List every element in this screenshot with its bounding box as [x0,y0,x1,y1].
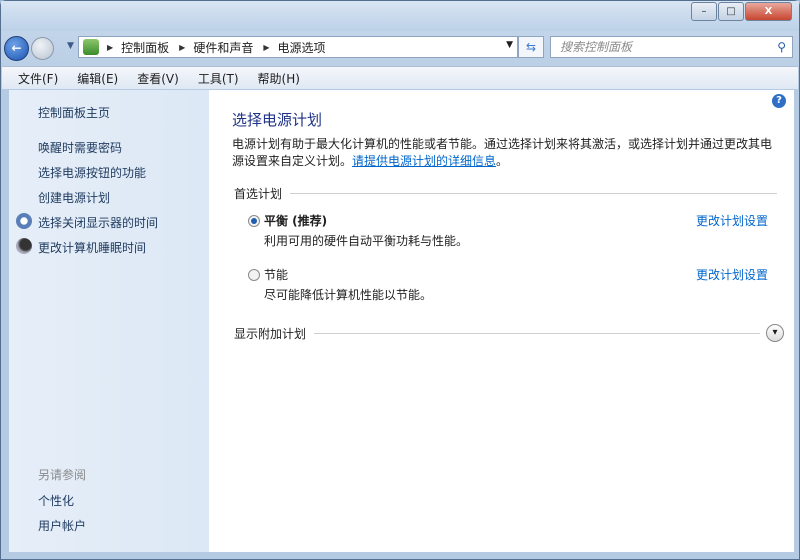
close-button[interactable]: X [745,2,792,21]
title-bar: – □ X [1,1,799,31]
display-clock-icon [16,213,32,229]
page-title: 选择电源计划 [232,111,323,129]
menu-edit[interactable]: 编辑(E) [77,70,118,87]
search-placeholder: 搜索控制面板 [560,40,633,54]
address-dropdown-icon[interactable]: ▼ [506,40,513,50]
moon-icon [16,238,32,254]
chevron-down-icon[interactable]: ▾ [766,324,784,342]
maximize-button[interactable]: □ [718,2,744,21]
plan-details-link[interactable]: 请提供电源计划的详细信息 [352,154,496,168]
sidebar-create-plan[interactable]: 创建电源计划 [38,189,110,206]
breadcrumb-control-panel[interactable]: 控制面板 [121,39,169,56]
minimize-button[interactable]: – [691,2,717,21]
search-icon[interactable]: ⚲ [777,37,786,57]
refresh-button[interactable]: ⇆ [518,36,544,58]
radio-balanced[interactable] [248,215,260,227]
see-also-heading: 另请参阅 [38,468,87,482]
menu-bar: 文件(F) 编辑(E) 查看(V) 工具(T) 帮助(H) [2,66,798,89]
plan-name: 节能 [264,268,289,282]
breadcrumb-hardware-sound[interactable]: 硬件和声音 [193,39,253,56]
group-label: 首选计划 [234,187,283,201]
control-panel-icon [83,39,99,55]
main-content: ? 选择电源计划 电源计划有助于最大化计算机的性能或者节能。通过选择计划来将其激… [209,90,794,552]
chevron-right-icon[interactable]: ▶ [107,43,113,52]
window: – □ X ← ▼ ▶ 控制面板 ▶ 硬件和声音 ▶ 电源选项 ▼ ⇆ 搜索控制面板 ⚲… [0,0,800,560]
menu-file[interactable]: 文件(F) [18,70,58,87]
help-icon[interactable]: ? [772,94,786,108]
breadcrumb-power-options[interactable]: 电源选项 [278,39,326,56]
chevron-right-icon[interactable]: ▶ [179,43,185,52]
page-description: 电源计划有助于最大化计算机的性能或者节能。通过选择计划来将其激活，或选择计划并通… [232,136,782,170]
sidebar-wake-password[interactable]: 唤醒时需要密码 [38,139,122,156]
divider [314,332,760,334]
menu-view[interactable]: 查看(V) [137,70,179,87]
sidebar-home-link[interactable]: 控制面板主页 [38,104,110,121]
chevron-right-icon[interactable]: ▶ [263,43,269,52]
change-plan-settings-link[interactable]: 更改计划设置 [696,212,768,229]
forward-button[interactable] [31,37,54,60]
address-bar[interactable]: ▶ 控制面板 ▶ 硬件和声音 ▶ 电源选项 ▼ [78,36,518,58]
additional-plans-group: 显示附加计划 ▾ [234,324,784,342]
plan-name: 平衡 (推荐) [264,214,328,228]
plan-description: 利用可用的硬件自动平衡功耗与性能。 [264,234,469,248]
sidebar-power-buttons[interactable]: 选择电源按钮的功能 [38,164,146,181]
divider [290,193,777,194]
sidebar-sleep-time[interactable]: 更改计算机睡眠时间 [38,239,146,256]
back-button[interactable]: ← [4,36,29,61]
search-input[interactable]: 搜索控制面板 ⚲ [550,36,793,58]
plan-description: 尽可能降低计算机性能以节能。 [264,288,433,302]
description-end: 。 [496,154,509,168]
sidebar-user-accounts[interactable]: 用户帐户 [38,517,86,534]
menu-tools[interactable]: 工具(T) [198,70,239,87]
radio-power-saver[interactable] [248,269,260,281]
recent-pages-dropdown[interactable]: ▼ [67,41,74,51]
sidebar: 控制面板主页 唤醒时需要密码 选择电源按钮的功能 创建电源计划 选择关闭显示器的… [9,90,209,552]
sidebar-personalize[interactable]: 个性化 [38,492,74,509]
sidebar-display-off-time[interactable]: 选择关闭显示器的时间 [38,214,158,231]
change-plan-settings-link[interactable]: 更改计划设置 [696,266,768,283]
preferred-plans-group: 首选计划 [234,185,777,202]
menu-help[interactable]: 帮助(H) [258,70,300,87]
group-label: 显示附加计划 [234,326,307,341]
